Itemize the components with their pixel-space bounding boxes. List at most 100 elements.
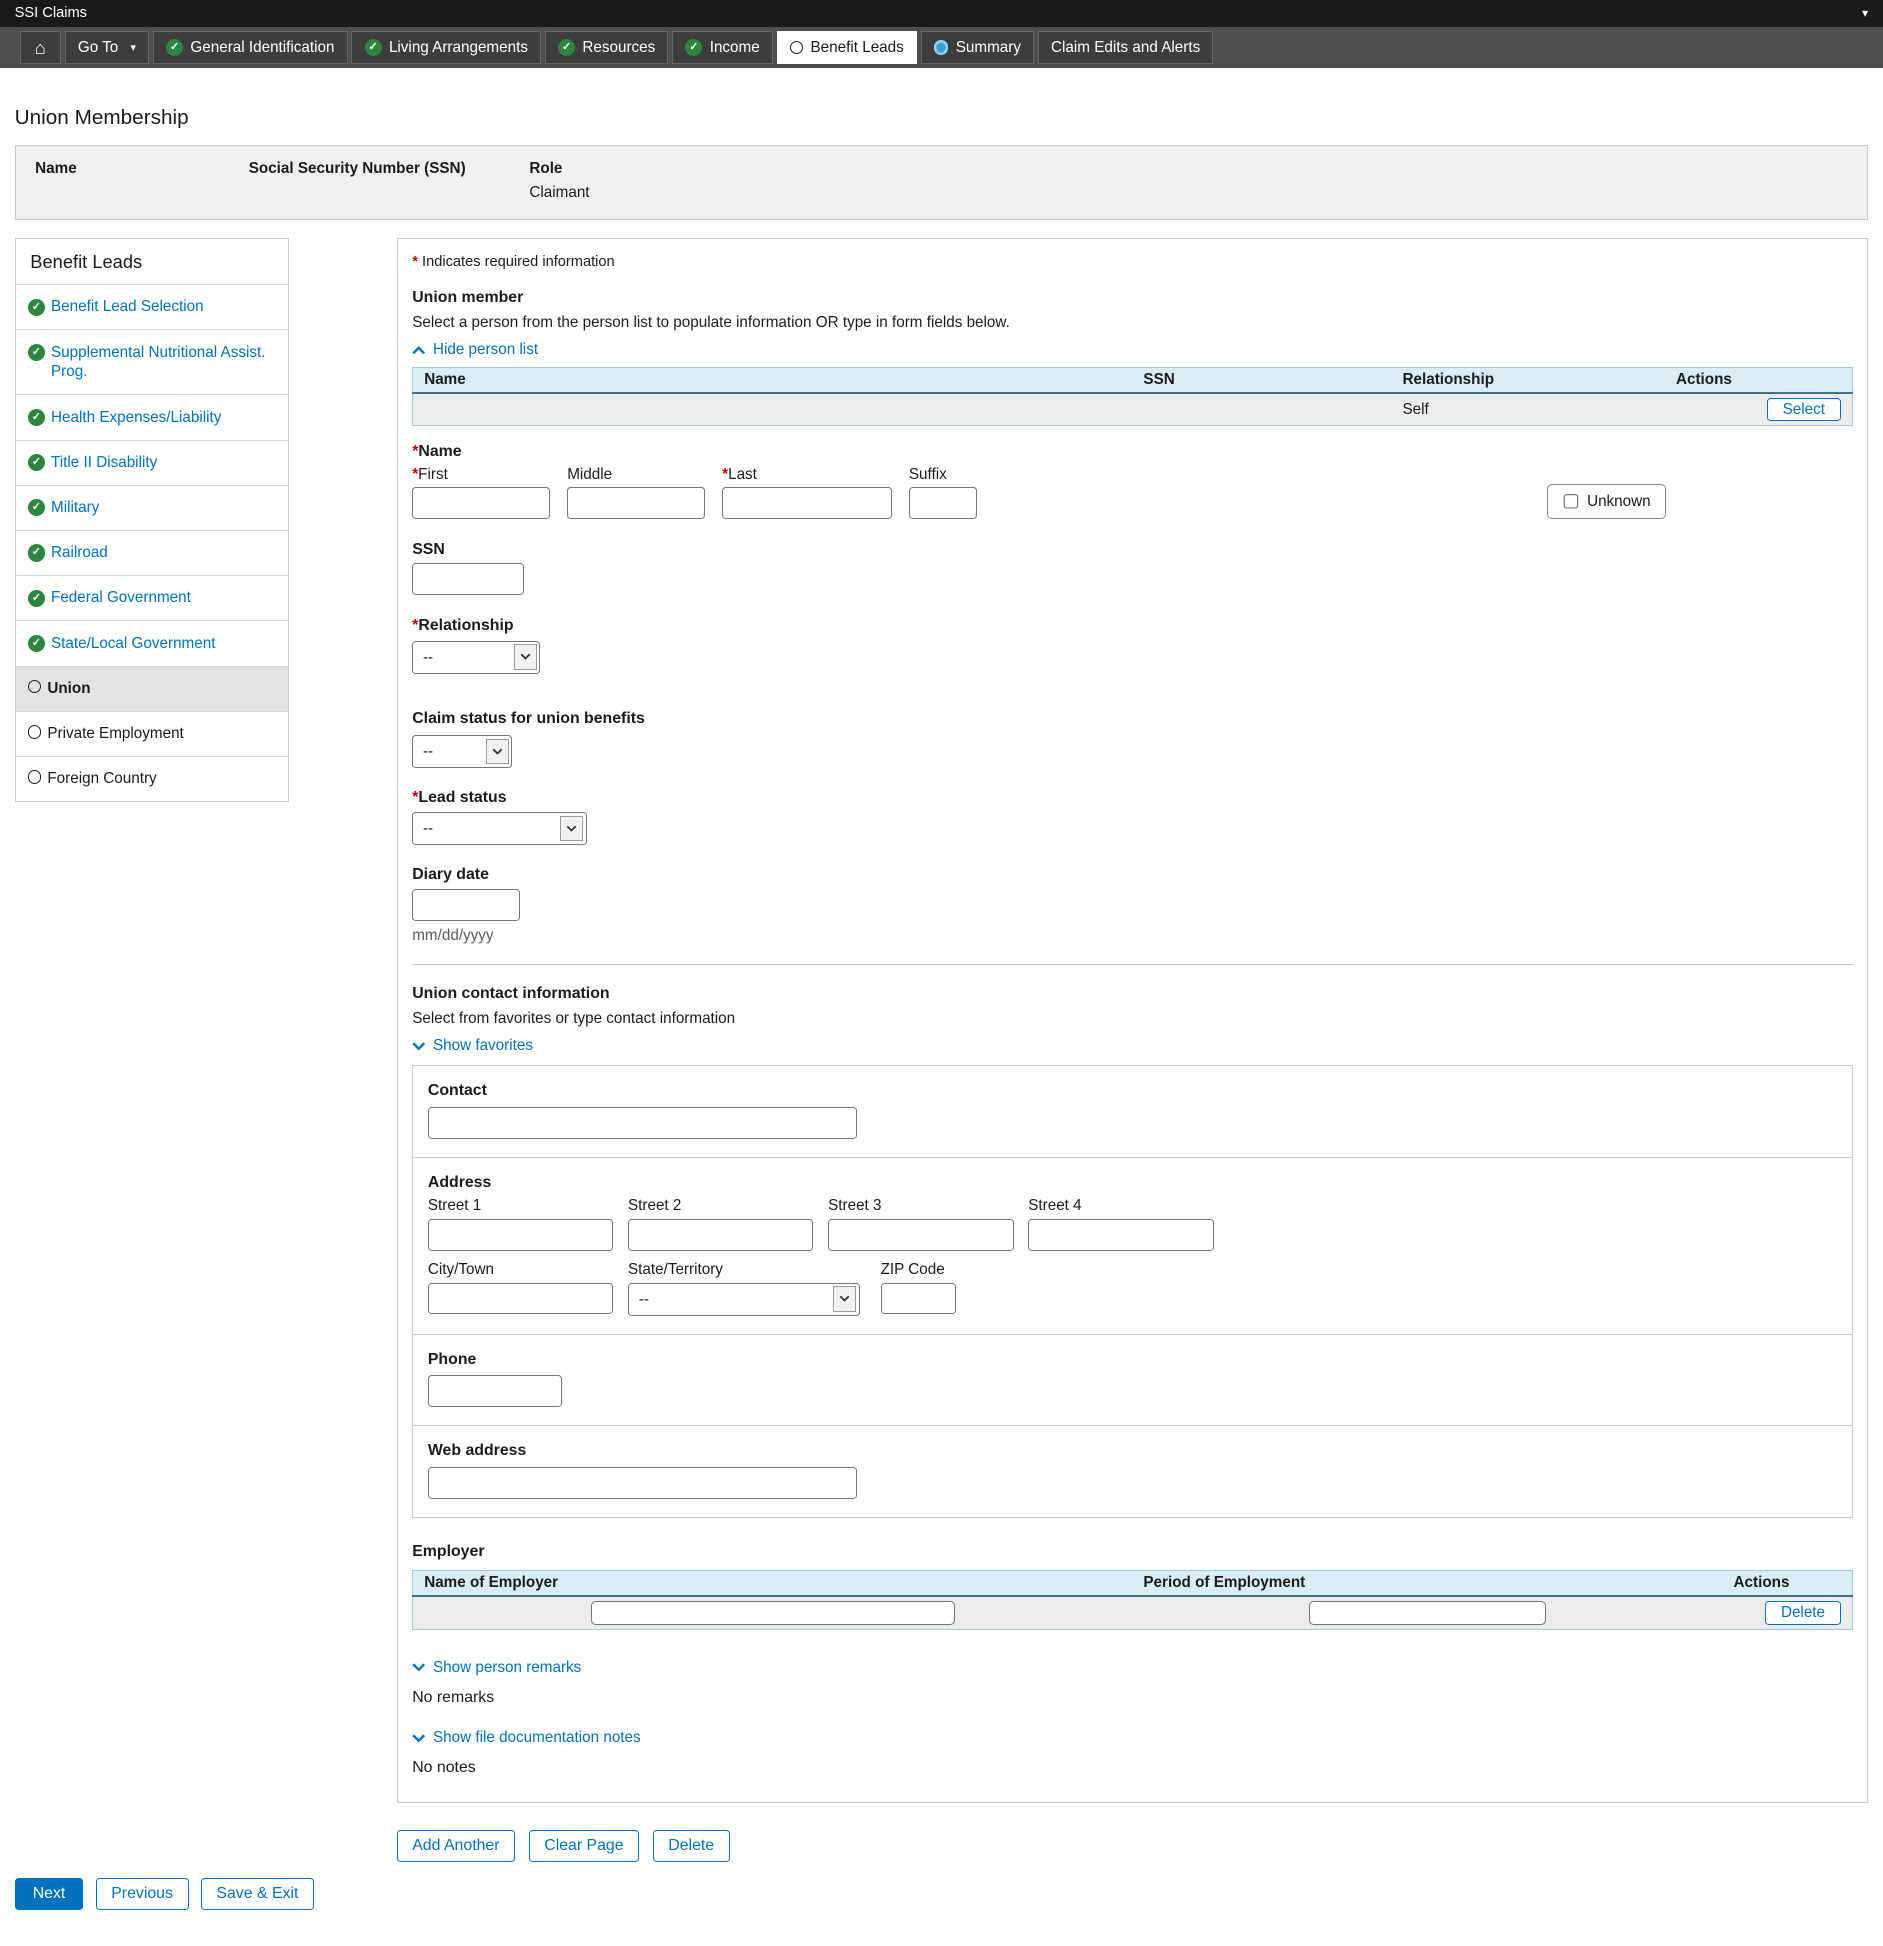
last-name-input[interactable] bbox=[722, 487, 892, 519]
suffix-label: Suffix bbox=[909, 467, 977, 483]
page-actions: Add Another Clear Page Delete bbox=[397, 1830, 1869, 1862]
delete-page-button[interactable]: Delete bbox=[653, 1830, 730, 1862]
first-name-label: *First bbox=[412, 467, 550, 483]
banner-role-value: Claimant bbox=[529, 184, 589, 201]
tab-general-identification[interactable]: ✓ General Identification bbox=[153, 31, 348, 64]
claim-status-select[interactable]: -- bbox=[412, 735, 512, 768]
next-button[interactable]: Next bbox=[15, 1878, 84, 1910]
no-notes-text: No notes bbox=[412, 1759, 1852, 1777]
complete-check-icon: ✓ bbox=[685, 39, 702, 56]
home-button[interactable]: ⌂ bbox=[20, 31, 61, 64]
employer-header-name: Name of Employer bbox=[413, 1570, 1133, 1596]
union-form-panel: * Indicates required information Union m… bbox=[397, 238, 1869, 1803]
sidebar-item-health-expenses[interactable]: ✓ Health Expenses/Liability bbox=[16, 394, 289, 439]
app-title: SSI Claims bbox=[15, 5, 87, 21]
phone-input[interactable] bbox=[428, 1375, 562, 1407]
street2-input[interactable] bbox=[628, 1219, 813, 1251]
person-banner: Name Social Security Number (SSN) Role C… bbox=[15, 145, 1869, 220]
person-table-header-ssn: SSN bbox=[1132, 367, 1391, 393]
chevron-down-icon: ▾ bbox=[130, 41, 136, 54]
first-name-input[interactable] bbox=[412, 487, 550, 519]
delete-employer-button[interactable]: Delete bbox=[1765, 1601, 1840, 1625]
not-started-circle-icon bbox=[28, 725, 41, 738]
person-table-header-relationship: Relationship bbox=[1392, 367, 1665, 393]
show-file-documentation-notes-link[interactable]: Show file documentation notes bbox=[412, 1729, 640, 1747]
add-another-button[interactable]: Add Another bbox=[397, 1830, 516, 1862]
required-note: * Indicates required information bbox=[412, 254, 1852, 270]
relationship-select[interactable]: -- bbox=[412, 641, 540, 674]
not-started-circle-icon bbox=[28, 770, 41, 783]
go-to-menu[interactable]: Go To ▾ bbox=[65, 31, 150, 64]
employment-period-input[interactable] bbox=[1309, 1601, 1546, 1625]
sidebar-item-foreign-country[interactable]: Foreign Country bbox=[16, 756, 289, 801]
sidebar-item-title-ii-disability[interactable]: ✓ Title II Disability bbox=[16, 440, 289, 485]
clear-page-button[interactable]: Clear Page bbox=[529, 1830, 640, 1862]
unknown-checkbox[interactable] bbox=[1563, 494, 1579, 510]
select-person-button[interactable]: Select bbox=[1767, 398, 1841, 422]
page-title: Union Membership bbox=[15, 106, 1869, 130]
chevron-down-icon bbox=[833, 1286, 856, 1312]
chevron-down-icon bbox=[412, 1663, 425, 1672]
employer-header-actions: Actions bbox=[1723, 1570, 1853, 1596]
person-row-ssn bbox=[1132, 393, 1391, 426]
street4-label: Street 4 bbox=[1028, 1198, 1213, 1214]
chevron-down-icon bbox=[514, 644, 537, 670]
last-name-label: *Last bbox=[722, 467, 892, 483]
complete-check-icon: ✓ bbox=[28, 454, 45, 471]
state-select[interactable]: -- bbox=[628, 1283, 860, 1316]
chevron-down-icon bbox=[560, 816, 583, 842]
middle-name-input[interactable] bbox=[567, 487, 705, 519]
tab-income[interactable]: ✓ Income bbox=[672, 31, 773, 64]
diary-date-input[interactable] bbox=[412, 889, 519, 921]
zip-input[interactable] bbox=[881, 1283, 957, 1315]
street1-input[interactable] bbox=[428, 1219, 613, 1251]
tab-claim-edits-and-alerts[interactable]: Claim Edits and Alerts bbox=[1038, 31, 1214, 64]
sidebar-item-state-local-government[interactable]: ✓ State/Local Government bbox=[16, 620, 289, 665]
web-address-input[interactable] bbox=[428, 1467, 858, 1499]
sidebar-item-railroad[interactable]: ✓ Railroad bbox=[16, 530, 289, 575]
lead-status-select[interactable]: -- bbox=[412, 812, 587, 845]
city-label: City/Town bbox=[428, 1262, 613, 1278]
not-started-circle-icon bbox=[28, 680, 41, 693]
employer-heading: Employer bbox=[412, 1543, 1852, 1560]
banner-name-label: Name bbox=[35, 160, 249, 177]
save-exit-button[interactable]: Save & Exit bbox=[201, 1878, 314, 1910]
diary-date-format-hint: mm/dd/yyyy bbox=[412, 927, 1852, 944]
show-favorites-link[interactable]: Show favorites bbox=[412, 1037, 533, 1055]
street3-label: Street 3 bbox=[828, 1198, 1013, 1214]
sidebar-item-snap[interactable]: ✓ Supplemental Nutritional Assist. Prog. bbox=[16, 329, 289, 394]
sidebar-item-benefit-lead-selection[interactable]: ✓ Benefit Lead Selection bbox=[16, 284, 289, 329]
sidebar-item-union[interactable]: Union bbox=[16, 666, 289, 711]
lead-status-label: *Lead status bbox=[412, 789, 1852, 806]
tab-benefit-leads[interactable]: Benefit Leads bbox=[777, 31, 917, 64]
header-menu-caret-icon[interactable]: ▾ bbox=[1862, 6, 1868, 20]
complete-check-icon: ✓ bbox=[28, 344, 45, 361]
sidebar-item-federal-government[interactable]: ✓ Federal Government bbox=[16, 575, 289, 620]
complete-check-icon: ✓ bbox=[28, 409, 45, 426]
phone-label: Phone bbox=[428, 1351, 1837, 1368]
tab-resources[interactable]: ✓ Resources bbox=[545, 31, 669, 64]
suffix-input[interactable] bbox=[909, 487, 977, 519]
tab-living-arrangements[interactable]: ✓ Living Arrangements bbox=[351, 31, 541, 64]
hide-person-list-link[interactable]: Hide person list bbox=[412, 341, 538, 359]
name-unknown-option: Unknown bbox=[1547, 484, 1666, 519]
section-divider bbox=[412, 964, 1852, 965]
sidebar-item-military[interactable]: ✓ Military bbox=[16, 485, 289, 530]
city-input[interactable] bbox=[428, 1283, 613, 1315]
employer-name-input[interactable] bbox=[591, 1601, 955, 1625]
ssn-input[interactable] bbox=[412, 563, 524, 595]
person-row-name bbox=[413, 393, 1133, 426]
show-person-remarks-link[interactable]: Show person remarks bbox=[412, 1659, 581, 1677]
street2-label: Street 2 bbox=[628, 1198, 813, 1214]
street1-label: Street 1 bbox=[428, 1198, 613, 1214]
street3-input[interactable] bbox=[828, 1219, 1013, 1251]
person-table-row: Self Select bbox=[413, 393, 1852, 426]
contact-section: Contact bbox=[413, 1066, 1851, 1157]
street4-input[interactable] bbox=[1028, 1219, 1213, 1251]
contact-label: Contact bbox=[428, 1082, 1837, 1099]
tab-summary[interactable]: Summary bbox=[921, 31, 1035, 64]
sidebar-item-private-employment[interactable]: Private Employment bbox=[16, 711, 289, 756]
previous-button[interactable]: Previous bbox=[96, 1878, 189, 1910]
person-table-header-name: Name bbox=[413, 367, 1133, 393]
contact-input[interactable] bbox=[428, 1107, 858, 1139]
